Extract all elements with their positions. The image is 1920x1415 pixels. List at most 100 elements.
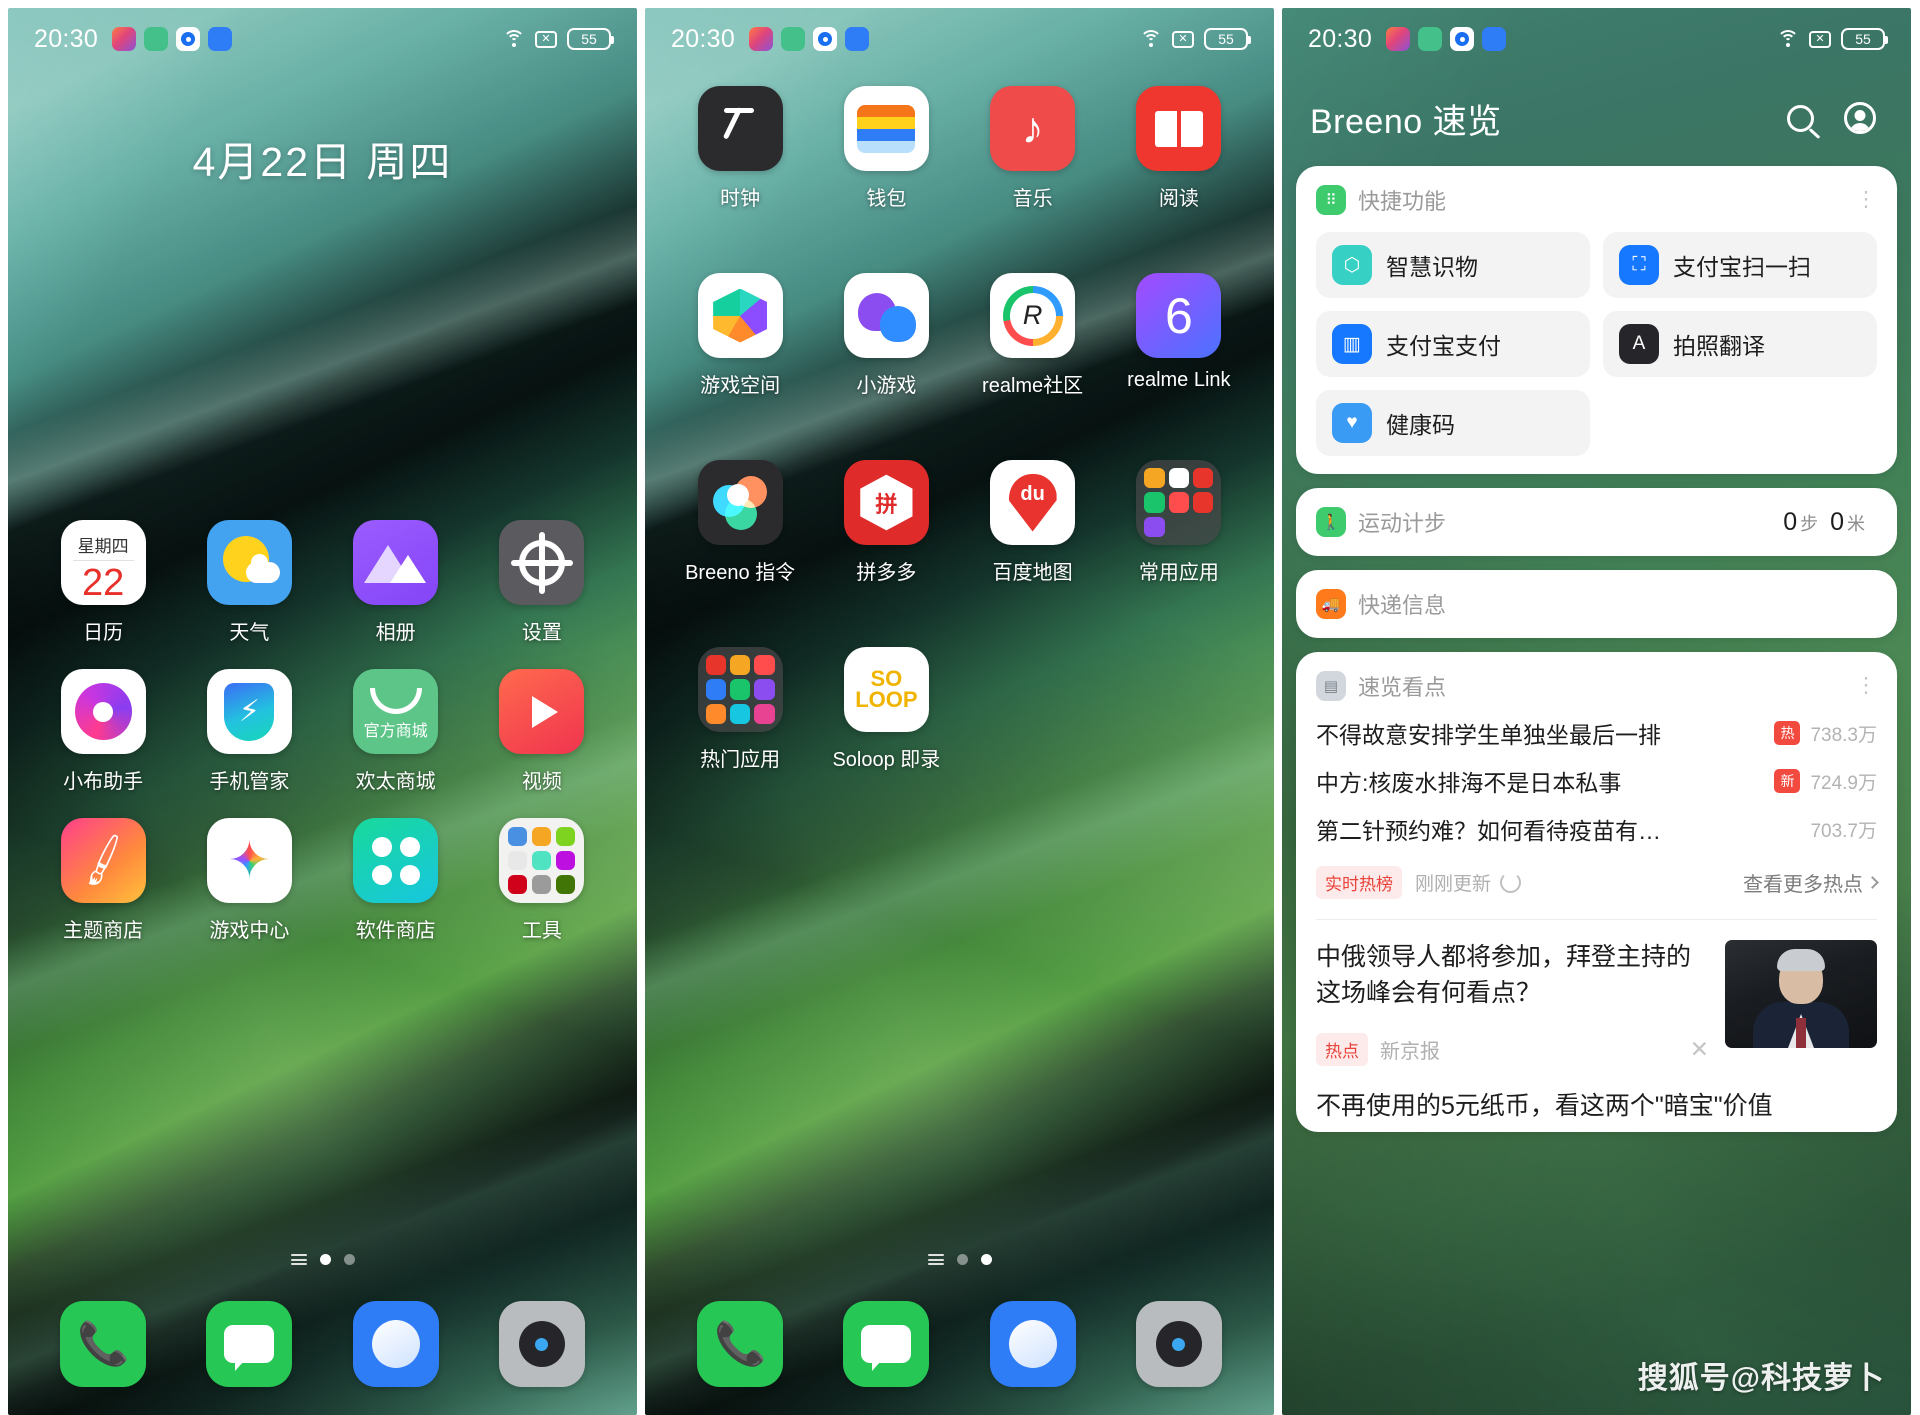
app-breeno-command[interactable]: Breeno 指令 bbox=[667, 460, 813, 585]
breeno-notification-icon bbox=[813, 27, 838, 51]
app-label: 百度地图 bbox=[992, 562, 1073, 584]
news-card: ▤ 速览看点 ⋮ 不得故意安排学生单独坐最后一排 热 738.3万 中方:核废水… bbox=[1296, 652, 1897, 1132]
app-label: 主题商店 bbox=[63, 920, 144, 942]
app-hot-apps-folder[interactable]: 热门应用 bbox=[667, 647, 813, 772]
delivery-card[interactable]: 🚚 快递信息 bbox=[1296, 570, 1897, 638]
page-indicator[interactable] bbox=[645, 1254, 1274, 1265]
status-right-icons: ✕ 55 bbox=[1140, 28, 1251, 50]
app-label: 小布助手 bbox=[63, 771, 144, 793]
more-hot-topics-button[interactable]: 查看更多热点 bbox=[1743, 868, 1879, 897]
quick-function-label: 智慧识物 bbox=[1386, 254, 1478, 280]
quick-function-health-code[interactable]: ♥ 健康码 bbox=[1316, 390, 1590, 456]
news-headline-row[interactable]: 不得故意安排学生单独坐最后一排 热 738.3万 bbox=[1316, 702, 1877, 750]
app-pinduoduo[interactable]: 拼 拼多多 bbox=[813, 460, 959, 585]
news-headline-row[interactable]: 第二针预约难？如何看待疫苗有… 703.7万 bbox=[1316, 798, 1877, 846]
battery-level: 55 bbox=[1855, 31, 1871, 47]
hot-list-pill: 实时热榜 bbox=[1316, 866, 1402, 899]
app-realme-community[interactable]: R realme社区 bbox=[960, 273, 1106, 398]
phone-icon[interactable]: 📞 bbox=[60, 1301, 147, 1387]
app-realme-link[interactable]: 6 realme Link bbox=[1106, 273, 1252, 398]
page-dot-1[interactable] bbox=[956, 1254, 968, 1265]
app-label: 相册 bbox=[375, 622, 416, 644]
app-album[interactable]: 相册 bbox=[323, 520, 469, 645]
tools-folder-icon bbox=[499, 818, 585, 903]
app-breeno-assistant[interactable]: 小布助手 bbox=[30, 669, 176, 794]
app-heytap-store[interactable]: 官方商城 欢太商城 bbox=[323, 669, 469, 794]
more-label: 查看更多热点 bbox=[1743, 874, 1863, 896]
app-clock[interactable]: 时钟 bbox=[667, 86, 813, 211]
breeno-notification-icon bbox=[176, 27, 201, 51]
app-theme-store[interactable]: 🖌 主题商店 bbox=[30, 818, 176, 943]
app-calendar[interactable]: 星期四 22 日历 bbox=[30, 520, 176, 645]
app-label: 阅读 bbox=[1158, 188, 1199, 210]
page-dot-2[interactable] bbox=[980, 1254, 992, 1265]
next-news-title[interactable]: 不再使用的5元纸币，看这两个"暗宝"价值 bbox=[1316, 1066, 1877, 1122]
battery-level: 55 bbox=[581, 31, 597, 47]
app-tools-folder[interactable]: 工具 bbox=[469, 818, 615, 943]
page-indicator[interactable] bbox=[8, 1254, 637, 1265]
battery-icon: 55 bbox=[1204, 28, 1251, 50]
quick-function-alipay-pay[interactable]: ▥ 支付宝支付 bbox=[1316, 311, 1590, 377]
wallet-icon bbox=[843, 86, 929, 171]
messages-icon[interactable] bbox=[843, 1301, 930, 1387]
app-weather[interactable]: 天气 bbox=[176, 520, 322, 645]
more-options-icon[interactable]: ⋮ bbox=[1855, 675, 1877, 696]
search-button[interactable] bbox=[1777, 95, 1823, 141]
app-label: Breeno 指令 bbox=[685, 562, 796, 584]
more-options-icon[interactable]: ⋮ bbox=[1855, 189, 1877, 210]
refresh-icon[interactable] bbox=[1500, 872, 1522, 893]
page-list-icon[interactable] bbox=[290, 1254, 307, 1265]
music-icon: ♪ bbox=[990, 86, 1076, 171]
app-settings[interactable]: 设置 bbox=[469, 520, 615, 645]
page-title: Breeno 速览 bbox=[1310, 102, 1502, 141]
health-code-icon: ♥ bbox=[1332, 403, 1372, 443]
page-dot-2[interactable] bbox=[343, 1254, 355, 1265]
account-button[interactable] bbox=[1837, 95, 1883, 141]
news-headline-row[interactable]: 中方:核废水排海不是日本私事 新 724.9万 bbox=[1316, 750, 1877, 798]
quick-function-object-recognition[interactable]: ⬡ 智慧识物 bbox=[1316, 232, 1590, 298]
soloop-icon: SO LOOP bbox=[843, 647, 929, 732]
quick-function-photo-translate[interactable]: A 拍照翻译 bbox=[1603, 311, 1877, 377]
app-soloop[interactable]: SO LOOP Soloop 即录 bbox=[813, 647, 959, 772]
quick-function-alipay-scan[interactable]: ⛶ 支付宝扫一扫 bbox=[1603, 232, 1877, 298]
browser-icon[interactable] bbox=[989, 1301, 1076, 1387]
common-apps-folder-icon bbox=[1136, 460, 1222, 545]
page-dot-1[interactable] bbox=[319, 1254, 331, 1265]
search-icon bbox=[1786, 104, 1814, 132]
app-common-apps-folder[interactable]: 常用应用 bbox=[1106, 460, 1252, 585]
status-right-icons: ✕ 55 bbox=[1777, 28, 1888, 50]
app-wallet[interactable]: 钱包 bbox=[813, 86, 959, 211]
reading-icon bbox=[1136, 86, 1222, 171]
status-bar: 20:30 ✕ 55 bbox=[1282, 8, 1911, 70]
game-space-icon bbox=[697, 273, 783, 358]
pinduoduo-icon: 拼 bbox=[843, 460, 929, 545]
app-label: 欢太商城 bbox=[355, 771, 436, 793]
app-mini-games[interactable]: 小游戏 bbox=[813, 273, 959, 398]
featured-news-item[interactable]: 中俄领导人都将参加，拜登主持的这场峰会有何看点？ 热点 新京报 ✕ bbox=[1316, 920, 1877, 1066]
browser-icon[interactable] bbox=[352, 1301, 439, 1387]
steps-card[interactable]: 🚶 运动计步 0步0米 bbox=[1296, 488, 1897, 556]
card-title: 快递信息 bbox=[1358, 593, 1447, 618]
wifi-icon bbox=[1777, 30, 1799, 48]
app-app-market[interactable]: 软件商店 bbox=[323, 818, 469, 943]
no-signal-icon: ✕ bbox=[535, 30, 557, 48]
app-music[interactable]: ♪ 音乐 bbox=[960, 86, 1106, 211]
featured-news-badge: 热点 bbox=[1316, 1033, 1368, 1066]
app-baidu-map[interactable]: du 百度地图 bbox=[960, 460, 1106, 585]
realme-link-icon: 6 bbox=[1136, 273, 1222, 358]
app-market-icon bbox=[353, 818, 439, 903]
page-list-icon[interactable] bbox=[927, 1254, 944, 1265]
app-phone-manager[interactable]: ⚡ 手机管家 bbox=[176, 669, 322, 794]
app-video[interactable]: 视频 bbox=[469, 669, 615, 794]
close-icon[interactable]: ✕ bbox=[1690, 1036, 1709, 1063]
app-game-space[interactable]: 游戏空间 bbox=[667, 273, 813, 398]
camera-icon[interactable] bbox=[498, 1301, 585, 1387]
status-notification-icons bbox=[1386, 27, 1777, 51]
app-game-center[interactable]: ✦ 游戏中心 bbox=[176, 818, 322, 943]
app-reading[interactable]: 阅读 bbox=[1106, 86, 1252, 211]
phone-icon[interactable]: 📞 bbox=[697, 1301, 784, 1387]
messages-icon[interactable] bbox=[206, 1301, 293, 1387]
camera-icon[interactable] bbox=[1135, 1301, 1222, 1387]
news-count: 738.3万 bbox=[1810, 724, 1877, 746]
weather-notification-icon bbox=[208, 27, 233, 51]
